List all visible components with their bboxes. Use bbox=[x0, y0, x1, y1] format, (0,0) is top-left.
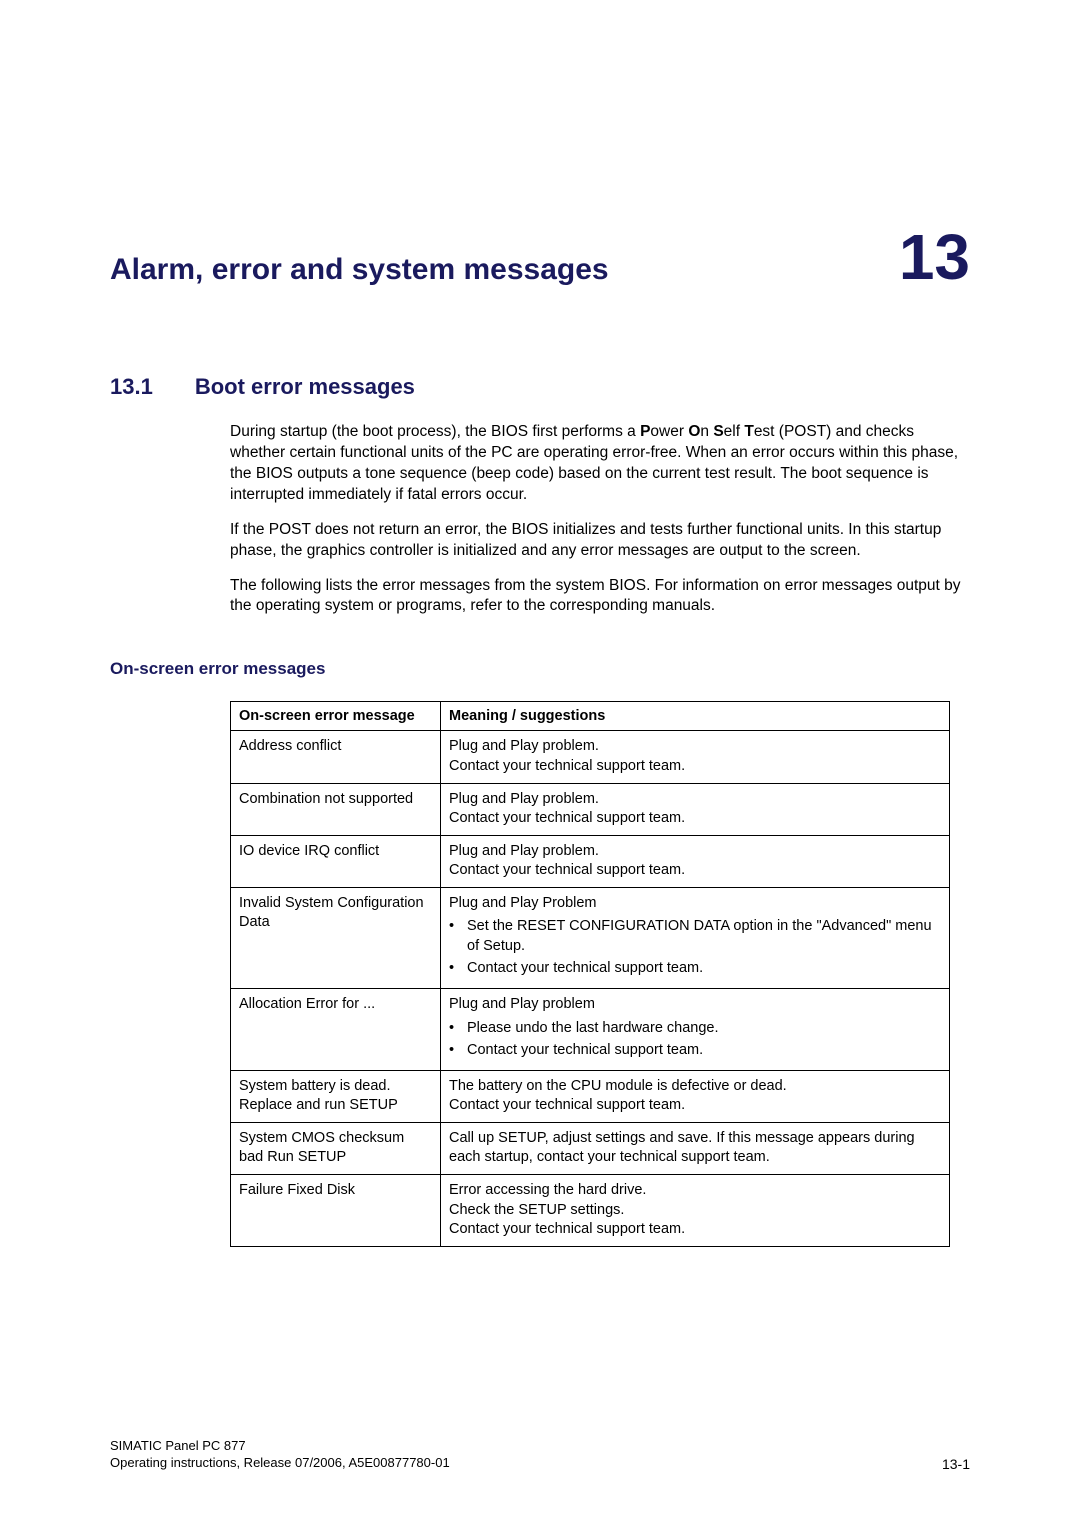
p1-mid2: n bbox=[700, 423, 713, 440]
p1-bold-s: S bbox=[713, 423, 723, 440]
meaning-line: Check the SETUP settings. bbox=[449, 1202, 624, 1218]
footer-left: SIMATIC Panel PC 877 Operating instructi… bbox=[110, 1437, 450, 1472]
meaning-line: Contact your technical support team. bbox=[449, 1221, 685, 1237]
error-msg-cell: Allocation Error for ... bbox=[231, 989, 441, 1071]
meaning-cell: Plug and Play problem. Contact your tech… bbox=[441, 835, 950, 887]
meaning-line: Contact your technical support team. bbox=[449, 810, 685, 826]
section-header: 13.1 Boot error messages bbox=[110, 374, 970, 400]
error-msg-cell: System battery is dead. Replace and run … bbox=[231, 1070, 441, 1122]
table-row: Invalid System Configuration Data Plug a… bbox=[231, 887, 950, 988]
meaning-line: Contact your technical support team. bbox=[449, 862, 685, 878]
meaning-cell: Plug and Play problem. Contact your tech… bbox=[441, 731, 950, 783]
error-msg-cell: Failure Fixed Disk bbox=[231, 1174, 441, 1246]
meaning-line: The battery on the CPU module is defecti… bbox=[449, 1078, 787, 1094]
error-msg-cell: IO device IRQ conflict bbox=[231, 835, 441, 887]
error-msg-cell: Address conflict bbox=[231, 731, 441, 783]
meaning-cell: Plug and Play Problem Set the RESET CONF… bbox=[441, 887, 950, 988]
table-row: IO device IRQ conflict Plug and Play pro… bbox=[231, 835, 950, 887]
table-row: System CMOS checksum bad Run SETUP Call … bbox=[231, 1122, 950, 1174]
p1-bold-o: O bbox=[688, 423, 700, 440]
footer-page-number: 13-1 bbox=[942, 1456, 970, 1472]
table-row: Address conflict Plug and Play problem. … bbox=[231, 731, 950, 783]
bullet-item: Contact your technical support team. bbox=[449, 959, 941, 979]
table-row: Combination not supported Plug and Play … bbox=[231, 783, 950, 835]
meaning-line: Error accessing the hard drive. bbox=[449, 1182, 646, 1198]
error-msg-cell: System CMOS checksum bad Run SETUP bbox=[231, 1122, 441, 1174]
meaning-cell: Plug and Play problem. Contact your tech… bbox=[441, 783, 950, 835]
meaning-line: Plug and Play problem. bbox=[449, 738, 599, 754]
paragraph-2: If the POST does not return an error, th… bbox=[230, 520, 970, 562]
bullet-item: Please undo the last hardware change. bbox=[449, 1019, 941, 1039]
table-row: Allocation Error for ... Plug and Play p… bbox=[231, 989, 950, 1071]
page-footer: SIMATIC Panel PC 877 Operating instructi… bbox=[110, 1437, 970, 1472]
meaning-intro: Plug and Play problem bbox=[449, 996, 595, 1012]
p1-mid3: elf bbox=[724, 423, 745, 440]
table-header-col1: On-screen error message bbox=[231, 702, 441, 731]
meaning-cell: Error accessing the hard drive. Check th… bbox=[441, 1174, 950, 1246]
meaning-line: Contact your technical support team. bbox=[449, 758, 685, 774]
footer-line1: SIMATIC Panel PC 877 bbox=[110, 1437, 450, 1455]
bullet-list: Set the RESET CONFIGURATION DATA option … bbox=[449, 917, 941, 979]
meaning-line: Plug and Play problem. bbox=[449, 791, 599, 807]
bullet-item: Contact your technical support team. bbox=[449, 1041, 941, 1061]
meaning-intro: Plug and Play Problem bbox=[449, 895, 597, 911]
meaning-cell: Call up SETUP, adjust settings and save.… bbox=[441, 1122, 950, 1174]
chapter-title: Alarm, error and system messages bbox=[110, 253, 609, 287]
meaning-cell: The battery on the CPU module is defecti… bbox=[441, 1070, 950, 1122]
error-messages-table: On-screen error message Meaning / sugges… bbox=[230, 701, 950, 1246]
section-title: Boot error messages bbox=[195, 374, 415, 400]
p1-prefix: During startup (the boot process), the B… bbox=[230, 423, 640, 440]
table-row: Failure Fixed Disk Error accessing the h… bbox=[231, 1174, 950, 1246]
p1-bold-p: P bbox=[640, 423, 650, 440]
paragraph-1: During startup (the boot process), the B… bbox=[230, 422, 970, 506]
meaning-line: Call up SETUP, adjust settings and save.… bbox=[449, 1130, 915, 1166]
chapter-number: 13 bbox=[899, 220, 970, 294]
footer-line2: Operating instructions, Release 07/2006,… bbox=[110, 1454, 450, 1472]
section-number: 13.1 bbox=[110, 374, 153, 400]
section-body: During startup (the boot process), the B… bbox=[230, 422, 970, 617]
subsection-heading: On-screen error messages bbox=[110, 659, 970, 679]
bullet-list: Please undo the last hardware change. Co… bbox=[449, 1019, 941, 1061]
meaning-line: Contact your technical support team. bbox=[449, 1097, 685, 1113]
chapter-header: Alarm, error and system messages 13 bbox=[110, 220, 970, 294]
p1-bold-t: T bbox=[744, 423, 753, 440]
table-body: Address conflict Plug and Play problem. … bbox=[231, 731, 950, 1246]
error-msg-cell: Combination not supported bbox=[231, 783, 441, 835]
table-row: System battery is dead. Replace and run … bbox=[231, 1070, 950, 1122]
p1-mid1: ower bbox=[650, 423, 688, 440]
meaning-line: Plug and Play problem. bbox=[449, 843, 599, 859]
bullet-item: Set the RESET CONFIGURATION DATA option … bbox=[449, 917, 941, 956]
table-header-col2: Meaning / suggestions bbox=[441, 702, 950, 731]
error-msg-cell: Invalid System Configuration Data bbox=[231, 887, 441, 988]
table-header-row: On-screen error message Meaning / sugges… bbox=[231, 702, 950, 731]
paragraph-3: The following lists the error messages f… bbox=[230, 576, 970, 618]
meaning-cell: Plug and Play problem Please undo the la… bbox=[441, 989, 950, 1071]
